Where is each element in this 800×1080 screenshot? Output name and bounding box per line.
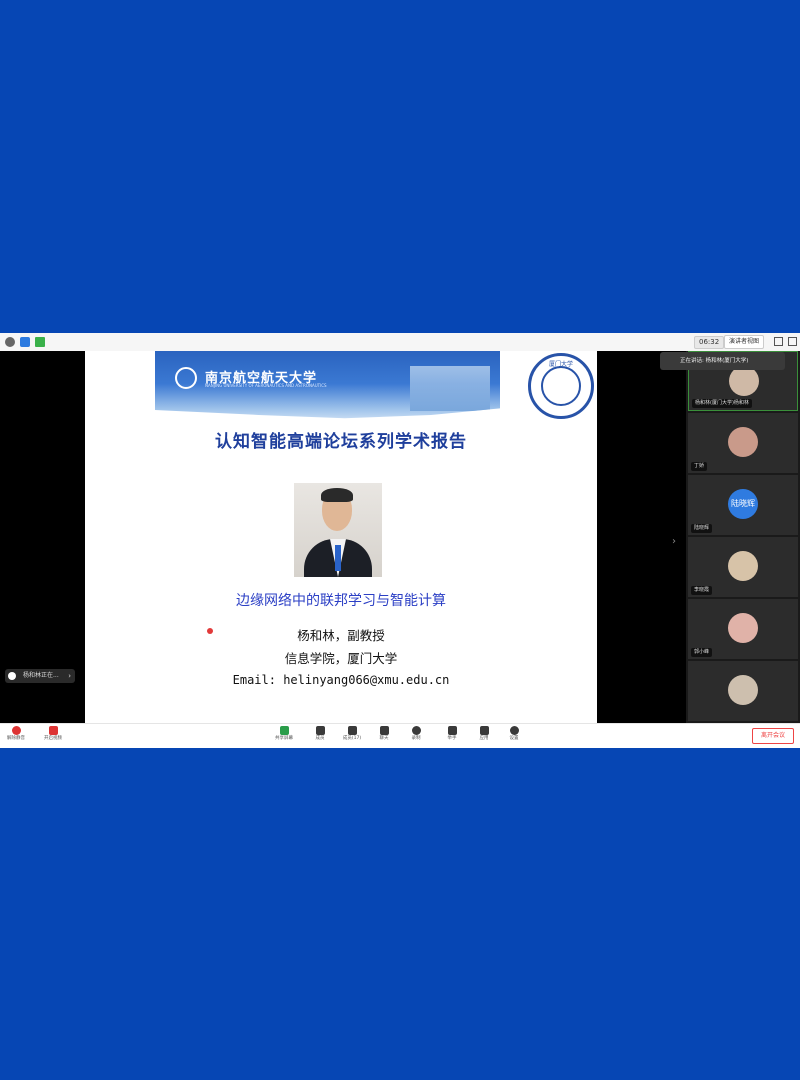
meeting-window: 06:32 演讲者视图 南京航空航天大学 NANJING UNIVERSITY … xyxy=(0,333,800,748)
avatar xyxy=(728,551,758,581)
speaker-email: Email: helinyang066@xmu.edu.cn xyxy=(232,673,450,687)
mute-button[interactable]: 解除静音 xyxy=(0,725,32,747)
share-screen-button[interactable]: 共享屏幕 xyxy=(268,725,300,747)
raise-hand-button[interactable]: 举手 xyxy=(436,725,468,747)
gear-icon xyxy=(509,726,519,735)
collapse-panel-icon[interactable]: › xyxy=(672,536,676,547)
shield-icon[interactable] xyxy=(20,337,30,347)
camera-off-icon xyxy=(48,726,58,735)
university-emblem-icon xyxy=(175,367,197,389)
chat-icon xyxy=(379,726,389,735)
talk-title: 边缘网络中的联邦学习与智能计算 xyxy=(236,593,446,609)
presentation-slide: 南京航空航天大学 NANJING UNIVERSITY OF AERONAUTI… xyxy=(85,351,597,723)
members-button[interactable]: 成员 xyxy=(304,725,336,747)
people-icon xyxy=(347,726,357,735)
share-screen-icon xyxy=(279,726,289,735)
university-subtitle: NANJING UNIVERSITY OF AERONAUTICS AND AS… xyxy=(205,383,327,388)
avatar xyxy=(729,366,759,396)
user-icon xyxy=(8,672,16,680)
speaker-affiliation: 信息学院，厦门大学 xyxy=(284,651,398,666)
video-button[interactable]: 开启视频 xyxy=(37,725,69,747)
avatar: 陆晓辉 xyxy=(728,489,758,519)
leave-meeting-button[interactable]: 离开会议 xyxy=(752,728,794,744)
speaking-tooltip: 正在讲话: 杨和林(厦门大学) xyxy=(660,352,785,370)
info-icon[interactable] xyxy=(5,337,15,347)
sharing-indicator[interactable]: 杨和林正在... › xyxy=(5,669,75,683)
participant-panel: 杨和林(厦门大学)杨和林 丁娇 陆晓辉 陆晓辉 李晓霞 郭小峰 xyxy=(686,351,800,723)
participant-tile[interactable]: 陆晓辉 陆晓辉 xyxy=(688,475,798,535)
record-icon xyxy=(411,726,421,735)
xmu-seal-icon: 厦门大学 xyxy=(528,353,594,419)
chevron-right-icon: › xyxy=(68,672,71,680)
participant-tile[interactable]: 丁娇 xyxy=(688,413,798,473)
meeting-toolbar: 解除静音 开启视频 共享屏幕 成员 成员(17) 聊天 录制 举手 应用 设置 … xyxy=(0,723,800,748)
view-switch-button[interactable]: 演讲者视图 xyxy=(724,335,765,349)
person-icon xyxy=(315,726,325,735)
building-image xyxy=(410,366,490,411)
apps-button[interactable]: 应用 xyxy=(468,725,500,747)
meeting-timer: 06:32 xyxy=(694,336,725,349)
participant-tile[interactable] xyxy=(688,661,798,721)
microphone-muted-icon xyxy=(11,726,21,735)
fullscreen-icon[interactable] xyxy=(788,337,797,346)
avatar xyxy=(728,675,758,705)
participant-tile[interactable]: 郭小峰 xyxy=(688,599,798,659)
avatar xyxy=(728,427,758,457)
record-button[interactable]: 录制 xyxy=(400,725,432,747)
speaker-name: 杨和林，副教授 xyxy=(297,628,385,643)
settings-button[interactable]: 设置 xyxy=(498,725,530,747)
apps-grid-icon xyxy=(479,726,489,735)
avatar xyxy=(728,613,758,643)
signal-icon[interactable] xyxy=(35,337,45,347)
slide-banner: 南京航空航天大学 NANJING UNIVERSITY OF AERONAUTI… xyxy=(155,351,500,419)
slide-title: 认知智能高端论坛系列学术报告 xyxy=(215,432,467,452)
top-bar: 06:32 演讲者视图 xyxy=(0,333,800,352)
chat-button[interactable]: 聊天 xyxy=(368,725,400,747)
minimize-icon[interactable] xyxy=(774,337,783,346)
hand-icon xyxy=(447,726,457,735)
speaker-photo xyxy=(294,483,382,577)
manage-members-button[interactable]: 成员(17) xyxy=(336,725,368,747)
shared-screen: 南京航空航天大学 NANJING UNIVERSITY OF AERONAUTI… xyxy=(0,351,686,723)
participant-tile[interactable]: 李晓霞 xyxy=(688,537,798,597)
